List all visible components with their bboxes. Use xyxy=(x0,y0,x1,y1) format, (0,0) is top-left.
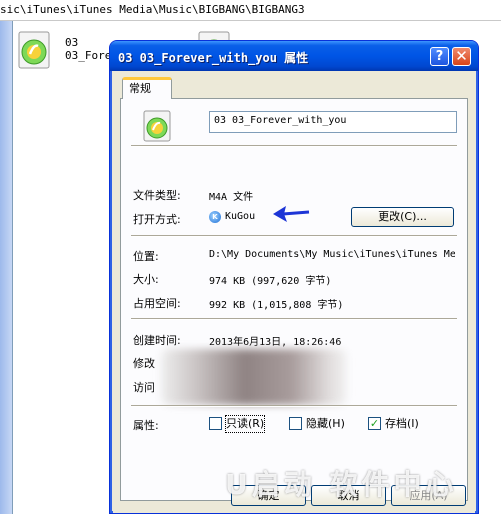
location-label: 位置: xyxy=(133,250,159,263)
general-panel: 03 03_Forever_with_you 文件类型: M4A 文件 打开方式… xyxy=(120,98,468,501)
ok-button[interactable]: 确定 xyxy=(231,485,306,506)
separator xyxy=(131,405,457,407)
properties-dialog: 03 03_Forever_with_you 属性 ? ✕ 常规 03 03_F… xyxy=(109,40,479,514)
file-name-field[interactable]: 03 03_Forever_with_you xyxy=(209,111,457,133)
checkbox-box[interactable] xyxy=(209,417,222,430)
music-file-icon xyxy=(143,110,171,142)
attributes-label: 属性: xyxy=(133,419,159,432)
separator xyxy=(131,145,457,147)
blue-arrow-icon xyxy=(273,206,310,222)
explorer-left-strip xyxy=(0,21,13,514)
cancel-button[interactable]: 取消 xyxy=(311,485,386,506)
file-type-label: 文件类型: xyxy=(133,189,181,202)
hidden-label: 隐藏(H) xyxy=(306,417,345,430)
file-type-value: M4A 文件 xyxy=(209,192,254,203)
created-value: 2013年6月13日, 18:26:46 xyxy=(209,337,342,348)
checkbox-box[interactable]: ✓ xyxy=(368,417,381,430)
dialog-titlebar[interactable]: 03 03_Forever_with_you 属性 ? ✕ xyxy=(110,41,478,71)
music-file-icon xyxy=(18,31,50,69)
dialog-title: 03 03_Forever_with_you 属性 xyxy=(118,51,309,65)
close-button[interactable]: ✕ xyxy=(452,47,471,66)
size-value: 974 KB (997,620 字节) xyxy=(209,276,332,287)
help-button[interactable]: ? xyxy=(430,47,449,66)
separator xyxy=(131,318,457,320)
open-with-value: KuGou xyxy=(225,211,256,222)
size-label: 大小: xyxy=(133,273,159,286)
apply-button[interactable]: 应用(A) xyxy=(391,485,466,506)
change-button[interactable]: 更改(C)... xyxy=(351,207,454,227)
separator xyxy=(131,235,457,237)
archive-label: 存档(I) xyxy=(385,417,419,430)
address-path: sic\iTunes\iTunes Media\Music\BIGBANG\BI… xyxy=(0,0,501,21)
tab-general[interactable]: 常规 xyxy=(122,77,172,99)
dialog-body: 常规 03 03_Forever_with_you 文件类型: M4A 文件 打… xyxy=(113,71,475,513)
open-with-label: 打开方式: xyxy=(133,213,181,226)
checkbox-box[interactable] xyxy=(289,417,302,430)
created-label: 创建时间: xyxy=(133,334,181,347)
kugou-icon: K xyxy=(209,211,221,223)
location-value: D:\My Documents\My Music\iTunes\iTunes M… xyxy=(209,249,455,260)
modified-label: 修改 xyxy=(133,357,155,370)
accessed-label: 访问 xyxy=(133,381,155,394)
size-on-disk-value: 992 KB (1,015,808 字节) xyxy=(209,300,344,311)
size-on-disk-label: 占用空间: xyxy=(133,297,181,310)
blurred-region xyxy=(161,349,347,405)
readonly-label: 只读(R) xyxy=(224,415,266,433)
